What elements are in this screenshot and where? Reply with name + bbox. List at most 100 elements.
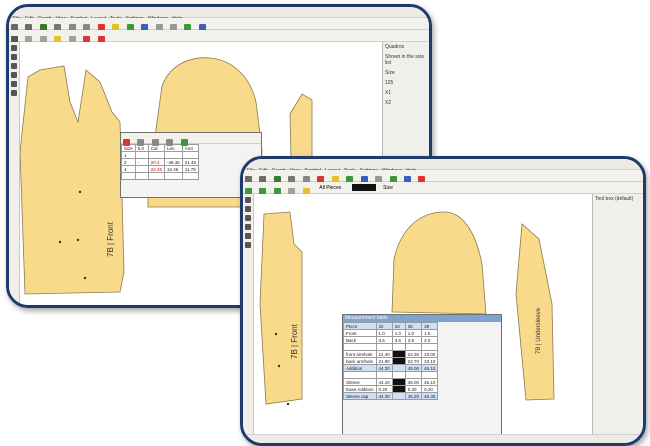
table-cell[interactable]: Addition: [343, 364, 377, 372]
table-cell[interactable]: [391, 357, 406, 365]
table-row[interactable]: Back 3.5 3.6 3.8 4.0: [343, 336, 439, 344]
table-row[interactable]: back armhole 21.90 22.70 23.10: [343, 357, 439, 365]
measurement-table-window[interactable]: Measurement table Piece 32 34 36 38 Front 1.0 1…: [342, 314, 502, 435]
table-row[interactable]: Addition 44.30 45.00 46.10: [343, 364, 439, 372]
line-tool-icon[interactable]: [245, 215, 251, 221]
rotate-tool-icon[interactable]: [11, 81, 17, 87]
table-cell[interactable]: 44.30: [375, 364, 393, 372]
table-cell[interactable]: [391, 385, 406, 393]
table-cell[interactable]: 38: [421, 322, 439, 330]
table-row[interactable]: Piece 32 34 36 38: [343, 322, 439, 330]
table-cell[interactable]: back armhole: [343, 357, 377, 365]
curve-tool-icon[interactable]: [11, 72, 17, 78]
table-cell[interactable]: 46.10: [421, 378, 439, 386]
curve-tool-icon[interactable]: [245, 224, 251, 230]
table-cell[interactable]: [164, 151, 183, 159]
table-cell[interactable]: 2: [121, 158, 136, 166]
table-cell[interactable]: 21.45: [181, 158, 200, 166]
table-cell[interactable]: [147, 151, 166, 159]
table-cell[interactable]: 4: [121, 165, 136, 173]
point-tool-icon[interactable]: [245, 206, 251, 212]
table-row[interactable]: 1: [121, 151, 200, 159]
table-row[interactable]: Ease Addition 0.20 0.30 0.20: [343, 385, 439, 393]
table-cell[interactable]: [421, 343, 439, 351]
table-cell[interactable]: 34: [391, 322, 406, 330]
table-cell[interactable]: 44.30: [375, 392, 393, 400]
table-tool-icon[interactable]: [137, 139, 145, 146]
table-cell[interactable]: [391, 378, 406, 386]
table-cell[interactable]: 21.40: [375, 350, 393, 358]
table-cell[interactable]: 20.4: [147, 158, 166, 166]
table-cell[interactable]: 3.5: [375, 336, 393, 344]
table-cell[interactable]: 45.00: [404, 378, 423, 386]
table-cell[interactable]: Sleeve cap: [343, 392, 377, 400]
table-cell[interactable]: -: [134, 158, 149, 166]
cut-tool-icon[interactable]: [11, 90, 17, 96]
table-cell[interactable]: 0.30: [404, 385, 423, 393]
table-cell[interactable]: Ease Addition: [343, 385, 377, 393]
table-cell[interactable]: 36: [404, 322, 423, 330]
pattern-canvas[interactable]: 7B | Front 7B | Undersleeve Measurement …: [254, 194, 592, 435]
size-selector[interactable]: [351, 184, 376, 191]
table-cell[interactable]: [391, 364, 406, 372]
table-cell[interactable]: 12.46: [164, 165, 183, 173]
cut-tool-icon[interactable]: [245, 242, 251, 248]
table-cell[interactable]: [375, 371, 393, 379]
table-cell[interactable]: 1.0: [375, 329, 393, 337]
table-cell[interactable]: [343, 343, 377, 351]
table-row[interactable]: [343, 343, 439, 351]
table-row[interactable]: [343, 371, 439, 379]
table-cell[interactable]: [134, 151, 149, 159]
table-cell[interactable]: [164, 172, 183, 180]
table-cell[interactable]: 22.30: [404, 350, 423, 358]
table-cell[interactable]: 0.20: [421, 385, 439, 393]
table-cell[interactable]: Front: [343, 329, 377, 337]
table-row[interactable]: Sleeve cap 44.30 45.20 46.30: [343, 392, 439, 400]
table-cell[interactable]: 22.70: [404, 357, 423, 365]
table-cell[interactable]: 1.0: [404, 329, 423, 337]
table-cell[interactable]: Sleeve: [343, 378, 377, 386]
table-row[interactable]: Front 1.0 1.0 1.0 1.0: [343, 329, 439, 337]
table-cell[interactable]: front armhole: [343, 350, 377, 358]
table-cell[interactable]: [391, 343, 406, 351]
table-row[interactable]: [121, 172, 200, 180]
table-cell[interactable]: [404, 343, 423, 351]
table-cell[interactable]: 44.10: [375, 378, 393, 386]
table-cell[interactable]: 1.0: [391, 329, 406, 337]
table-cell[interactable]: 23.00: [421, 350, 439, 358]
table-cell[interactable]: [181, 172, 200, 180]
table-row[interactable]: 4 22.46 12.46 11.78: [121, 165, 200, 173]
table-cell[interactable]: [391, 350, 406, 358]
pieces-dropdown[interactable]: All Pieces: [319, 185, 341, 191]
select-tool-icon[interactable]: [11, 45, 17, 51]
table-cell[interactable]: 0.20: [375, 385, 393, 393]
table-row[interactable]: Sleeve 44.10 45.00 46.10: [343, 378, 439, 386]
table-cell[interactable]: [147, 172, 166, 180]
table-cell[interactable]: 3.8: [404, 336, 423, 344]
table-cell[interactable]: -48.46: [164, 158, 183, 166]
select-tool-icon[interactable]: [245, 197, 251, 203]
table-tool-icon[interactable]: [151, 139, 159, 146]
table-cell[interactable]: 45.00: [404, 364, 423, 372]
table-cell[interactable]: [421, 371, 439, 379]
rotate-tool-icon[interactable]: [245, 233, 251, 239]
table-cell[interactable]: 1: [121, 151, 136, 159]
table-tool-icon[interactable]: [123, 139, 130, 146]
table-cell[interactable]: Back: [343, 336, 377, 344]
table-cell[interactable]: Piece: [343, 322, 377, 330]
table-row[interactable]: 2-20.4 -48.46 21.45: [121, 158, 200, 166]
table-cell[interactable]: 32: [375, 322, 393, 330]
table-cell[interactable]: [121, 172, 136, 180]
table-tool-icon[interactable]: [166, 139, 174, 146]
table-cell[interactable]: 46.10: [421, 364, 439, 372]
point-tool-icon[interactable]: [11, 54, 17, 60]
table-cell[interactable]: [391, 371, 406, 379]
table-cell[interactable]: [343, 371, 377, 379]
table-cell[interactable]: 46.30: [421, 392, 439, 400]
table-cell[interactable]: [134, 165, 149, 173]
table-cell[interactable]: [391, 392, 406, 400]
table-row[interactable]: front armhole 21.40 22.30 23.00: [343, 350, 439, 358]
table-cell[interactable]: 45.20: [404, 392, 423, 400]
table-cell[interactable]: [404, 371, 423, 379]
table-cell[interactable]: [375, 343, 393, 351]
